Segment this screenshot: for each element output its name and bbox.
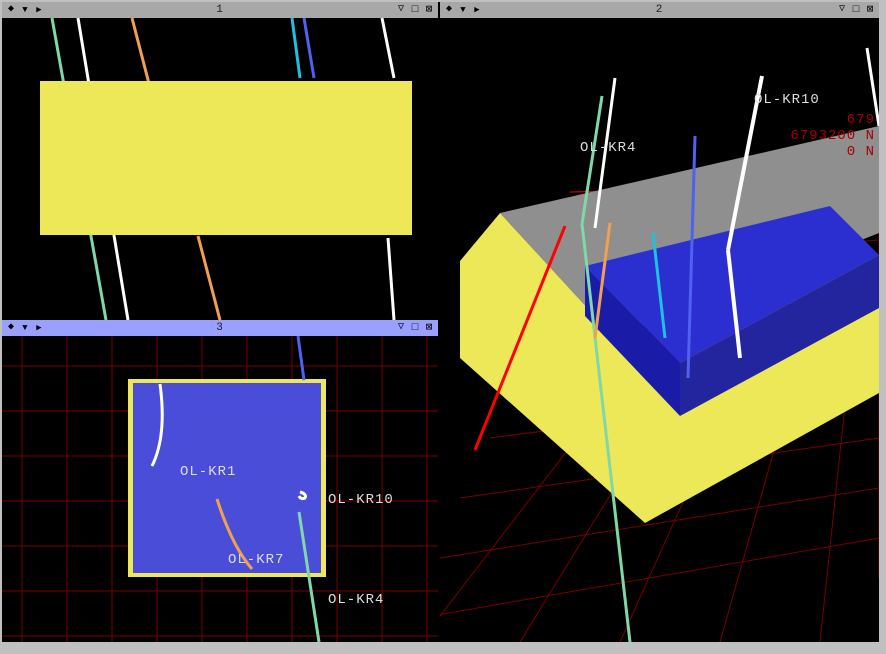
viewport-2-title: 2 — [482, 4, 837, 16]
viewport-3-titlebar: 3 — [2, 320, 438, 336]
maximize-icon[interactable] — [851, 5, 861, 15]
viewport-2-canvas[interactable]: OL-KR4 OL-KR10 679 6793200 N 0 N — [440, 18, 879, 642]
well-label-kr10: OL-KR10 — [328, 492, 394, 508]
close-icon[interactable] — [424, 323, 434, 333]
layers-icon[interactable] — [6, 5, 16, 15]
play-icon[interactable] — [34, 5, 44, 15]
coord-label-1: 679 — [847, 112, 875, 128]
viewport-2-titlebar: 2 — [440, 2, 879, 18]
play-icon[interactable] — [472, 5, 482, 15]
well-label-kr4: OL-KR4 — [328, 592, 384, 608]
viewport-3[interactable]: 3 — [2, 320, 438, 642]
well-label-kr1: OL-KR1 — [180, 464, 236, 480]
well-label-kr7: OL-KR7 — [228, 552, 284, 568]
status-bar — [2, 644, 879, 652]
well-label-kr4: OL-KR4 — [580, 140, 636, 156]
viewport-2[interactable]: 2 — [440, 2, 879, 642]
viewport-3-title: 3 — [44, 322, 396, 334]
maximize-icon[interactable] — [410, 5, 420, 15]
dropdown-icon[interactable] — [20, 5, 30, 15]
history-icon[interactable] — [396, 323, 406, 333]
coord-label-2: 6793200 N — [790, 128, 875, 144]
dropdown-icon[interactable] — [458, 5, 468, 15]
history-icon[interactable] — [396, 5, 406, 15]
coord-label-3: 0 N — [847, 144, 875, 160]
close-icon[interactable] — [424, 5, 434, 15]
dropdown-icon[interactable] — [20, 323, 30, 333]
viewport-1[interactable]: 1 — [2, 2, 438, 320]
history-icon[interactable] — [837, 5, 847, 15]
viewport-3-canvas[interactable]: OL-KR1 OL-KR7 OL-KR10 OL-KR4 — [2, 336, 438, 642]
viewport-1-title: 1 — [44, 4, 396, 16]
viewport-1-canvas[interactable] — [2, 18, 438, 320]
close-icon[interactable] — [865, 5, 875, 15]
maximize-icon[interactable] — [410, 323, 420, 333]
viewport-1-titlebar: 1 — [2, 2, 438, 18]
layers-icon[interactable] — [444, 5, 454, 15]
well-label-kr10: OL-KR10 — [754, 92, 820, 108]
play-icon[interactable] — [34, 323, 44, 333]
layers-icon[interactable] — [6, 323, 16, 333]
